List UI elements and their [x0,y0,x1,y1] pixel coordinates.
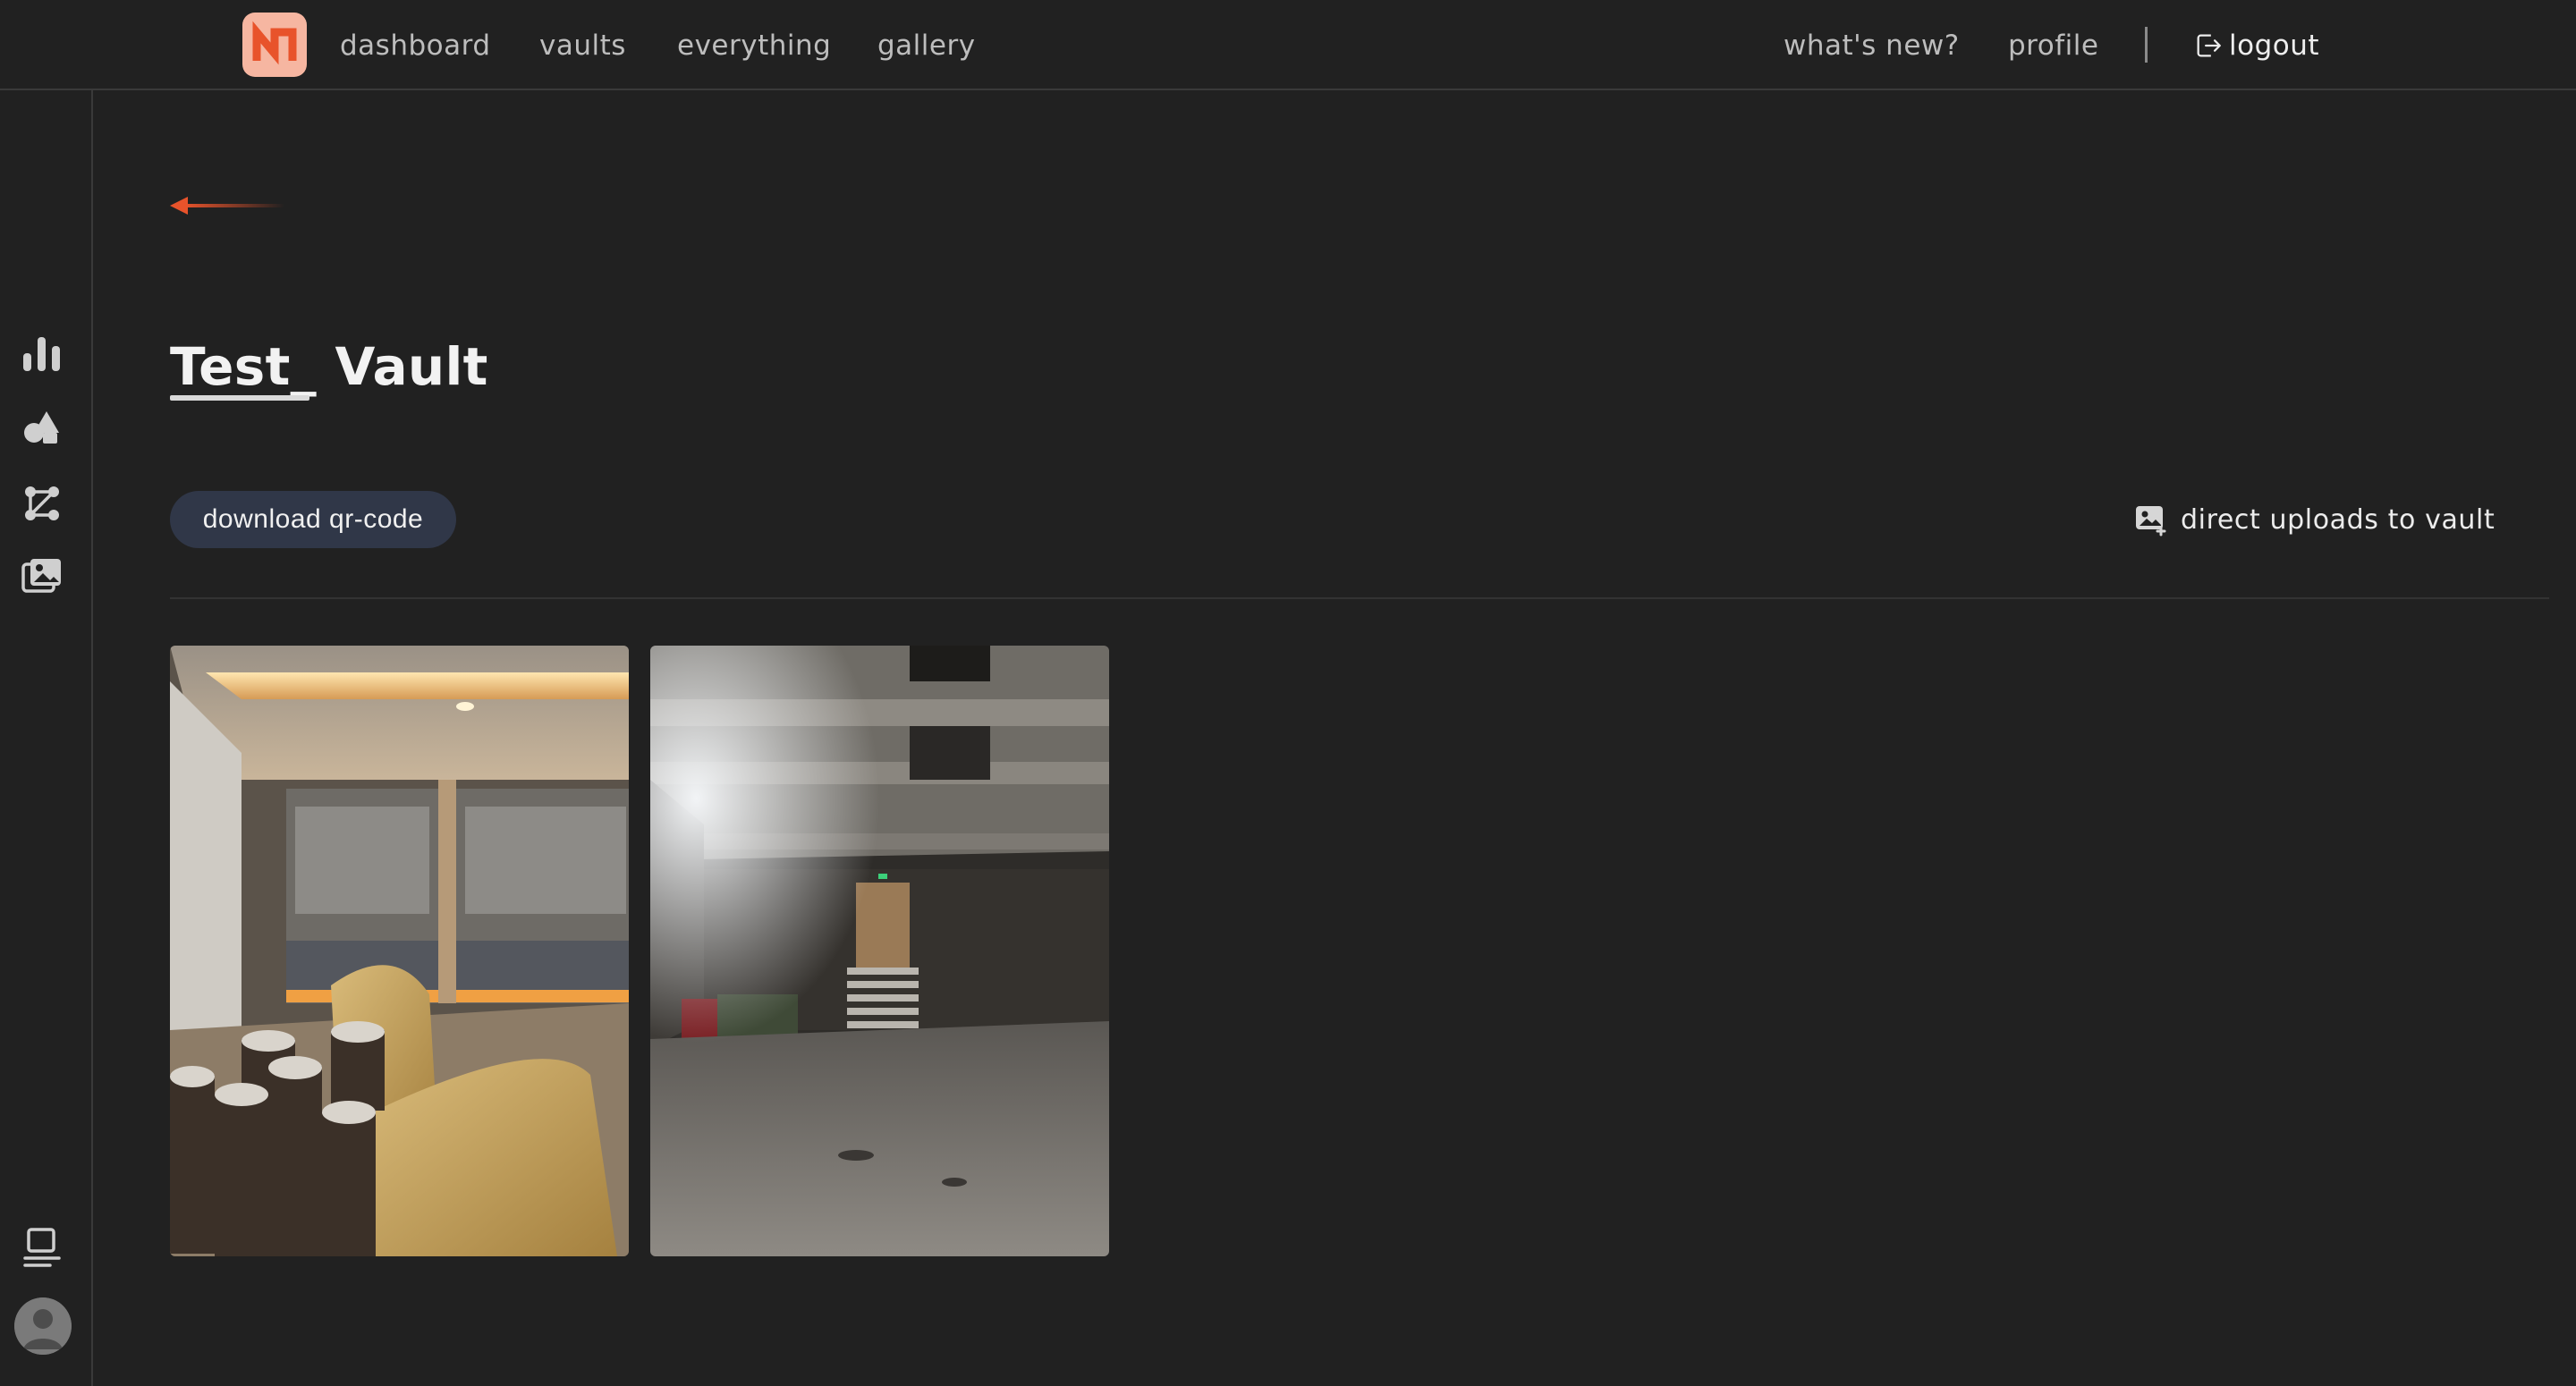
logout-icon [2197,34,2221,57]
nav-vaults[interactable]: vaults [539,27,626,64]
image-gallery-icon [21,559,61,593]
rail-graph[interactable] [20,481,64,526]
vault-title: Test_ Vault [170,336,488,397]
logout-label: logout [2229,30,2320,62]
arrow-left-icon [170,197,284,215]
nav-everything[interactable]: everything [677,27,831,64]
bar-chart-icon [23,337,60,371]
shapes-icon [24,411,59,444]
direct-uploads-label: direct uploads to vault [2181,503,2496,536]
image-upload-icon [2136,506,2166,537]
graph-nodes-icon [25,486,59,520]
rail-collections[interactable] [20,406,64,451]
section-divider [170,597,2549,599]
rail-stats[interactable] [20,332,64,376]
rail-layout-toggle[interactable] [20,1226,64,1271]
n-logo-icon [252,21,297,65]
app-logo[interactable] [242,13,307,77]
concrete-basement-photo [650,646,1109,1256]
avatar-icon [14,1297,72,1355]
download-qr-button[interactable]: download qr-code [170,491,456,548]
nav-whats-new[interactable]: what's new? [1784,27,1960,64]
nav-gallery[interactable]: gallery [877,27,976,64]
gallery-photo[interactable] [650,646,1109,1256]
title-underline [170,395,309,401]
back-arrow-button[interactable] [168,193,284,218]
nav-profile[interactable]: profile [2008,27,2098,64]
panel-layout-icon [23,1228,61,1267]
logout-button[interactable]: logout [2193,27,2319,64]
gallery-photo[interactable] [170,646,629,1256]
nav-dashboard[interactable]: dashboard [340,27,491,64]
user-avatar[interactable] [14,1297,72,1355]
direct-uploads-link[interactable]: direct uploads to vault [2134,498,2495,541]
rail-gallery[interactable] [20,555,64,600]
left-sidebar [0,90,93,1386]
lounge-room-photo [170,646,629,1256]
top-navbar: dashboard vaults everything gallery what… [0,0,2576,90]
nav-separator [2145,27,2148,63]
